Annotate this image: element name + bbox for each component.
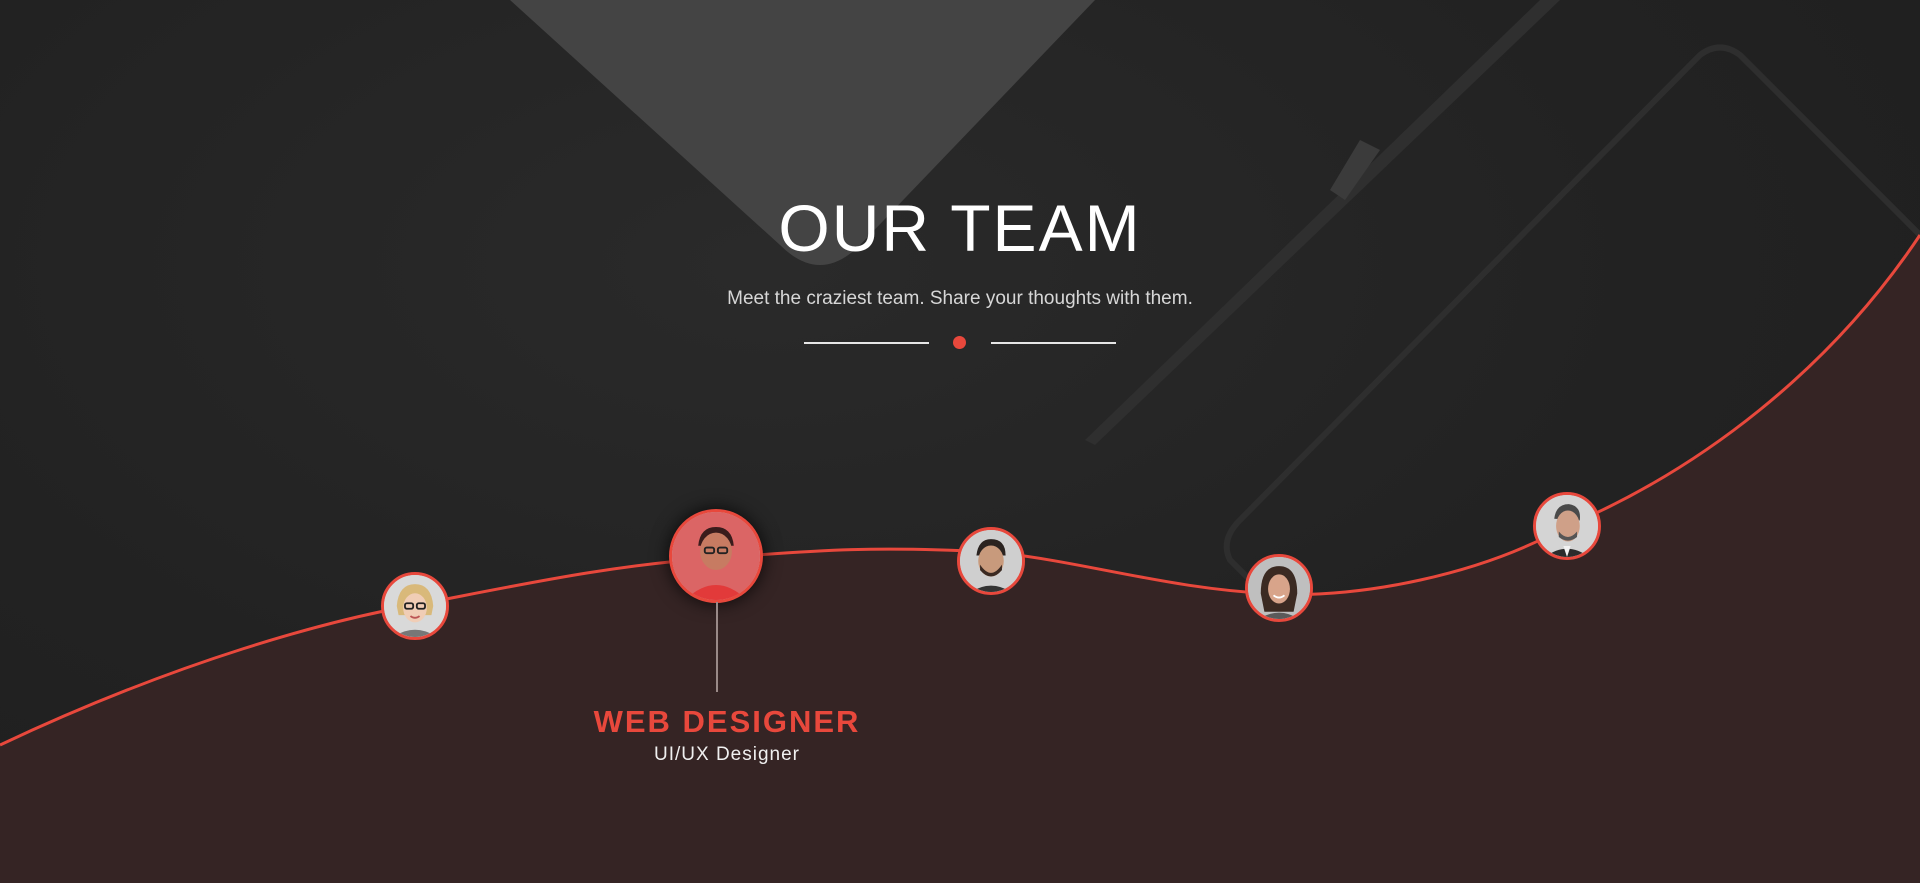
woman-glasses-avatar-icon <box>384 575 446 637</box>
man-beard-avatar-icon <box>960 530 1022 592</box>
selected-member-connector <box>716 602 718 692</box>
title-divider-right <box>991 342 1116 344</box>
team-member-1-avatar[interactable] <box>381 572 449 640</box>
team-member-4-avatar[interactable] <box>1245 554 1313 622</box>
team-member-5-avatar[interactable] <box>1533 492 1601 560</box>
man-red-shirt-avatar-icon <box>672 512 760 600</box>
team-section: OUR TEAM Meet the craziest team. Share y… <box>0 0 1920 883</box>
title-divider-left <box>804 342 929 344</box>
team-member-2-avatar[interactable] <box>669 509 763 603</box>
section-subtitle: Meet the craziest team. Share your thoug… <box>727 288 1193 309</box>
team-member-3-avatar[interactable] <box>957 527 1025 595</box>
selected-member-role: WEB DESIGNER <box>593 704 861 739</box>
selected-member-position: UI/UX Designer <box>654 744 800 765</box>
man-suit-avatar-icon <box>1536 495 1598 557</box>
background-art <box>0 0 1920 883</box>
woman-smiling-avatar-icon <box>1248 557 1310 619</box>
title-divider-dot <box>953 336 966 349</box>
section-title: OUR TEAM <box>778 191 1142 265</box>
